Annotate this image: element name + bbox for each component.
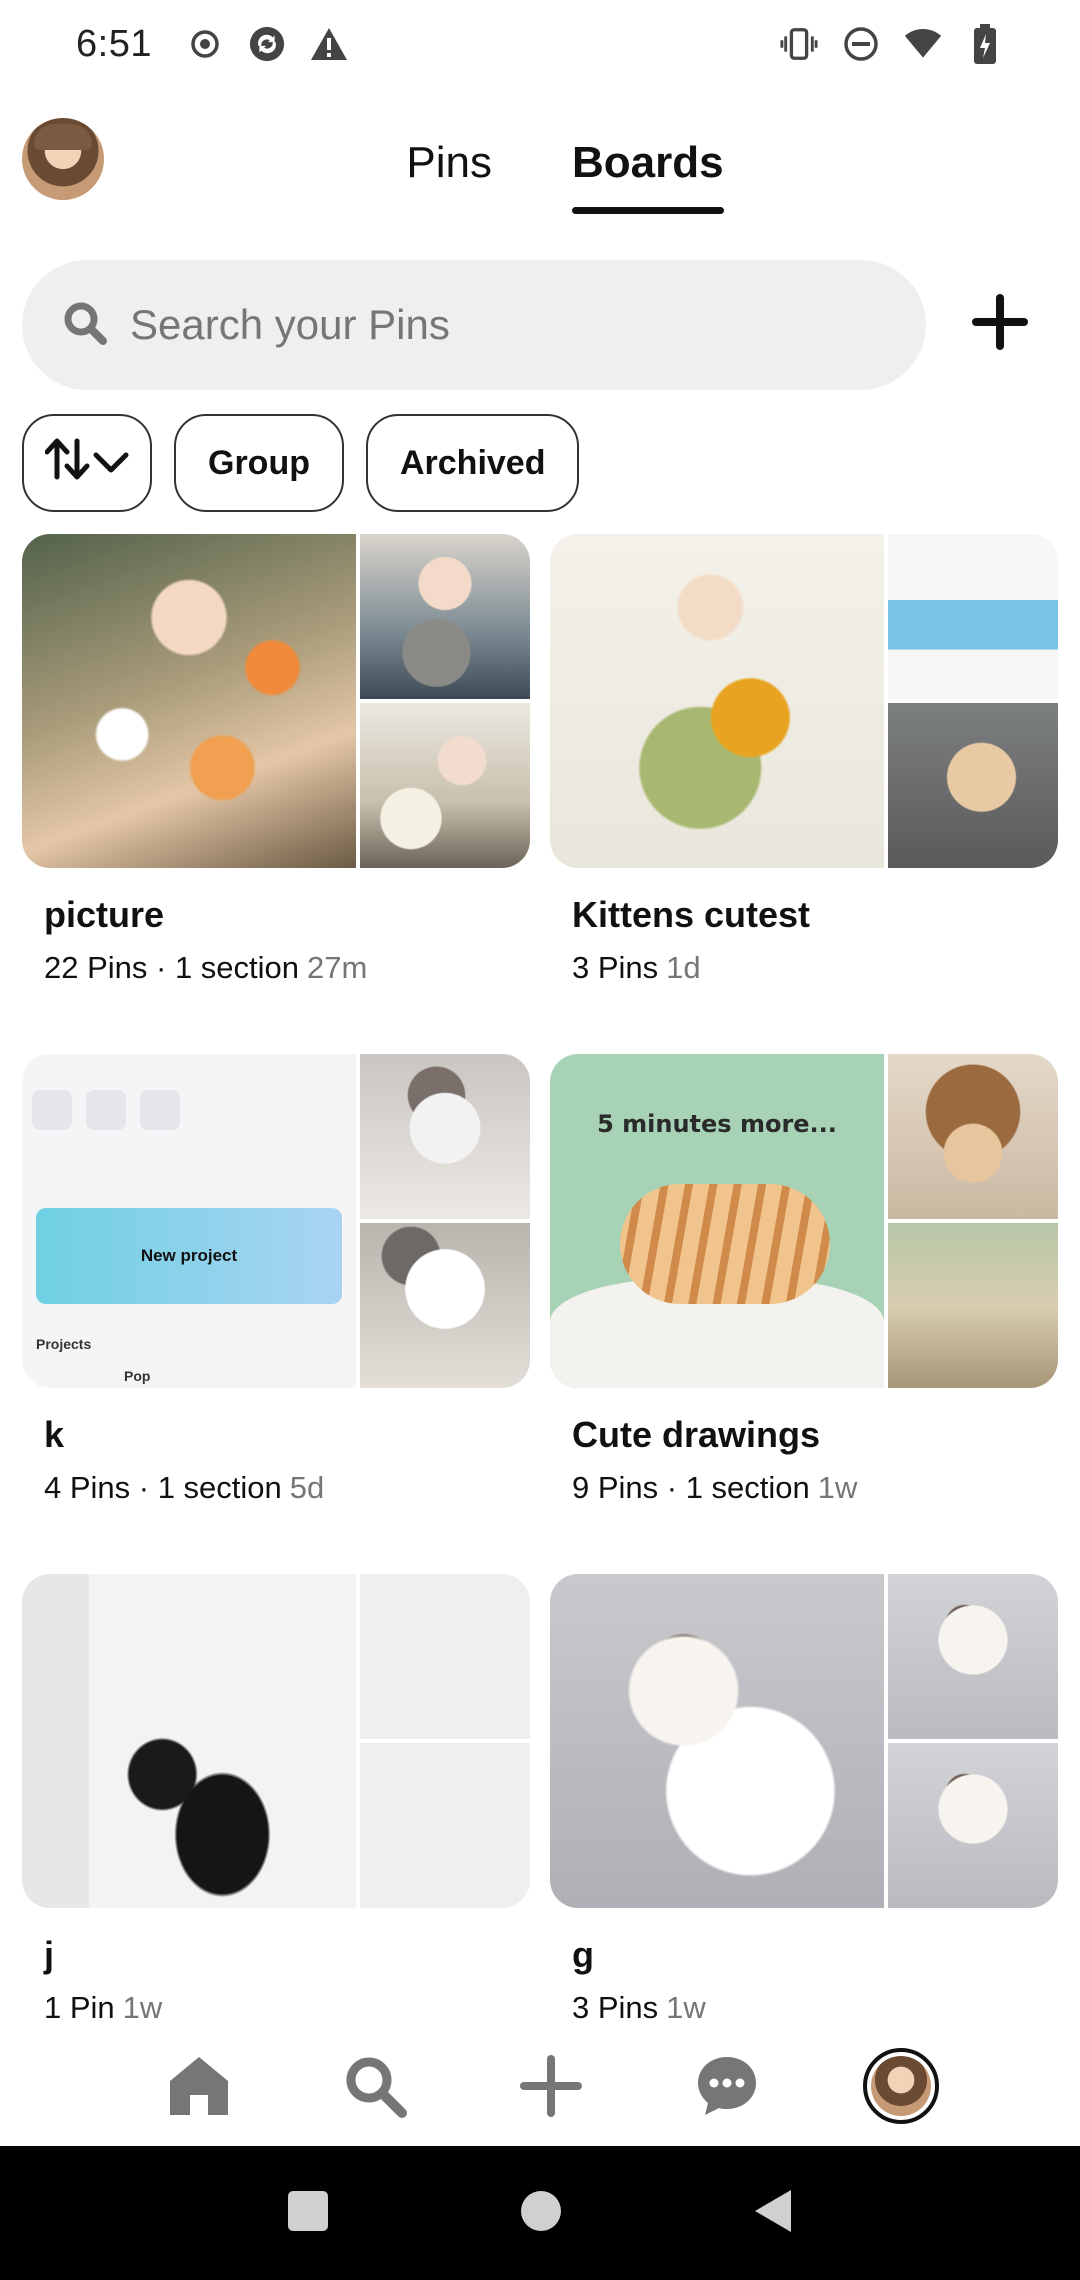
board-card[interactable]: 5 minutes more... Cute drawings 9 Pins ·… [550,1054,1058,1574]
empty-slot [360,1743,530,1908]
drawing-caption: 5 minutes more... [597,1110,837,1138]
empty-slot [360,1574,530,1739]
board-collage[interactable] [550,534,1058,868]
board-card[interactable]: j 1 Pin 1w [22,1574,530,2094]
search-icon [62,300,108,351]
recents-button[interactable] [287,2190,329,2237]
chat-icon[interactable] [687,2046,767,2126]
pin-image-kitten [360,1223,530,1388]
board-card[interactable]: Kittens cutest 3 Pins 1d [550,534,1058,1054]
chevron-down-icon [93,444,129,483]
vibrate-icon [780,25,818,63]
boards-grid: picture 22 Pins · 1 section 27m Kittens c… [22,534,1058,2094]
pin-image-kitten [888,703,1058,868]
tab-boards[interactable]: Boards [572,138,724,214]
pin-image-hat-cat [888,1054,1058,1219]
board-card[interactable]: picture 22 Pins · 1 section 27m [22,534,530,1054]
projects-label: Projects [36,1336,92,1352]
search-bar[interactable] [22,260,926,390]
profile-avatar[interactable] [863,2048,939,2124]
back-button[interactable] [753,2188,793,2239]
pin-image-siamese-cat [888,1743,1058,1908]
wifi-icon [904,25,942,63]
add-board-button[interactable] [960,284,1040,364]
plus-icon[interactable] [511,2046,591,2126]
board-collage[interactable]: New project Projects Pop [22,1054,530,1388]
pin-image-kitten [360,1054,530,1219]
board-card[interactable]: g 3 Pins 1w [550,1574,1058,2094]
pin-image-girl [360,703,530,868]
pin-image-street-drawing [888,1223,1058,1388]
pin-image-sunflower-girl [550,534,884,868]
warning-icon [310,25,348,63]
system-nav-bar [0,2146,1080,2280]
search-input[interactable] [130,301,890,349]
new-project-card: New project [36,1208,342,1304]
board-collage[interactable] [22,1574,530,1908]
board-meta: 9 Pins · 1 section 1w [572,1470,858,1505]
board-collage[interactable] [22,534,530,868]
filter-chips: Group Archived [22,414,580,512]
board-collage[interactable]: 5 minutes more... [550,1054,1058,1388]
board-meta: 4 Pins · 1 section 5d [44,1470,325,1505]
record-icon [186,25,224,63]
board-meta: 3 Pins 1d [572,950,701,985]
pin-image-drawing: 5 minutes more... [550,1054,884,1388]
sync-icon [248,25,286,63]
pop-label: Pop [124,1368,151,1384]
board-meta: 1 Pin 1w [44,1990,163,2025]
pin-image-siamese-cat [888,1574,1058,1739]
pin-image-app-screenshot [888,534,1058,699]
board-meta: 3 Pins 1w [572,1990,706,2025]
board-title: j [44,1934,55,1975]
bottom-nav [0,2026,1080,2146]
board-title: k [44,1414,65,1455]
board-card[interactable]: New project Projects Pop k 4 Pins · 1 se… [22,1054,530,1574]
sort-button[interactable] [22,414,152,512]
home-button[interactable] [519,2189,563,2238]
do-not-disturb-icon [842,25,880,63]
home-icon[interactable] [159,2046,239,2126]
pin-image-girl-cat [360,534,530,699]
status-bar: 6:51 [0,0,1080,88]
board-title: picture [44,894,165,935]
board-title: Cute drawings [572,1414,821,1455]
board-meta: 22 Pins · 1 section 27m [44,950,368,985]
pin-image-shoes [22,1574,356,1908]
board-title: g [572,1934,594,1975]
board-collage[interactable] [550,1574,1058,1908]
board-title: Kittens cutest [572,894,811,935]
battery-charging-icon [966,24,1004,64]
archived-chip[interactable]: Archived [365,414,580,512]
top-tabs: Pins Boards [0,138,1080,214]
search-icon[interactable] [335,2046,415,2126]
tab-pins[interactable]: Pins [406,138,492,202]
sort-arrows-icon [44,437,91,490]
group-chip[interactable]: Group [174,414,344,512]
plus-icon [972,293,1028,355]
pin-image-flowers [22,534,356,868]
pin-image-app-screenshot: New project Projects Pop [22,1054,356,1388]
pin-image-siamese-cat [550,1574,884,1908]
status-time: 6:51 [76,22,152,65]
